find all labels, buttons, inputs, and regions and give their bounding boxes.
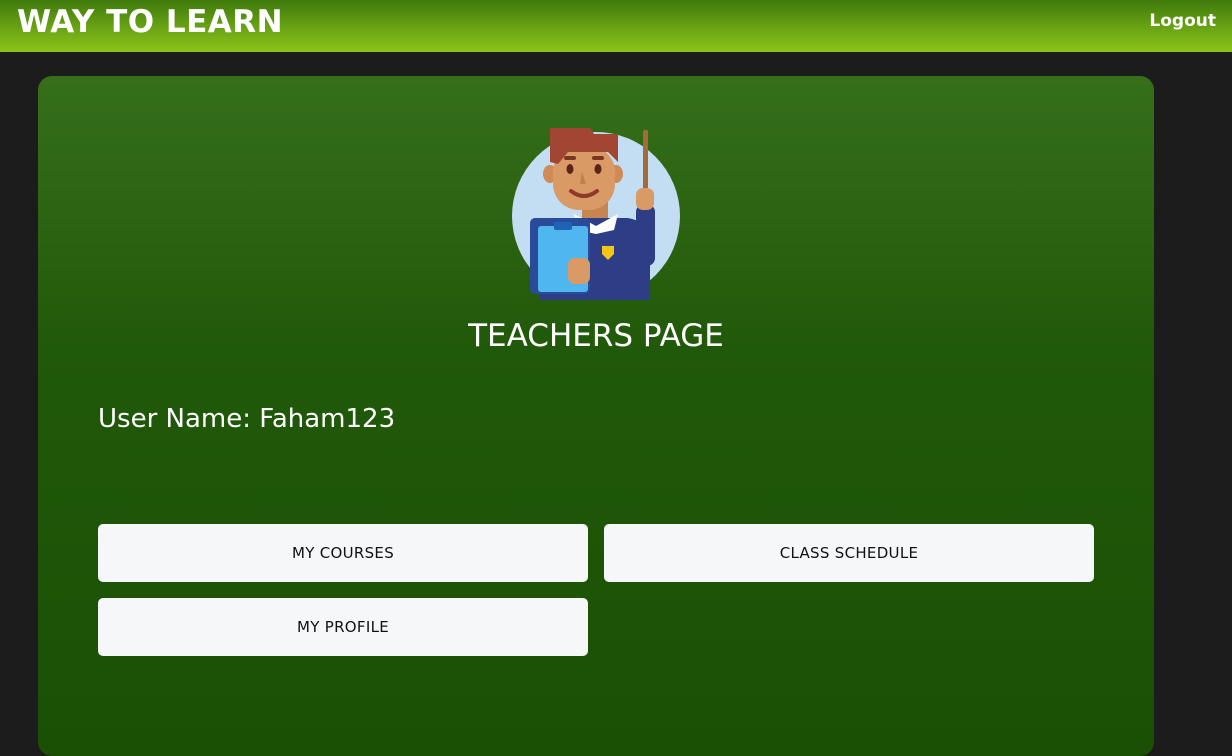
username-value: Faham123 [259,404,396,434]
username-row: User Name: Faham123 [98,402,395,436]
page-title: TEACHERS PAGE [468,318,724,354]
my-courses-button[interactable]: MY COURSES [98,524,588,582]
username-label: User Name: [98,404,251,434]
logout-link[interactable]: Logout [1149,10,1216,32]
teacher-avatar-icon [512,128,680,300]
my-profile-button[interactable]: MY PROFILE [98,598,588,656]
class-schedule-button[interactable]: CLASS SCHEDULE [604,524,1094,582]
top-navbar: WAY TO LEARN Logout [0,0,1232,52]
site-brand[interactable]: WAY TO LEARN [17,4,283,40]
teacher-dashboard-card: TEACHERS PAGE User Name: Faham123 MY COU… [38,76,1154,756]
